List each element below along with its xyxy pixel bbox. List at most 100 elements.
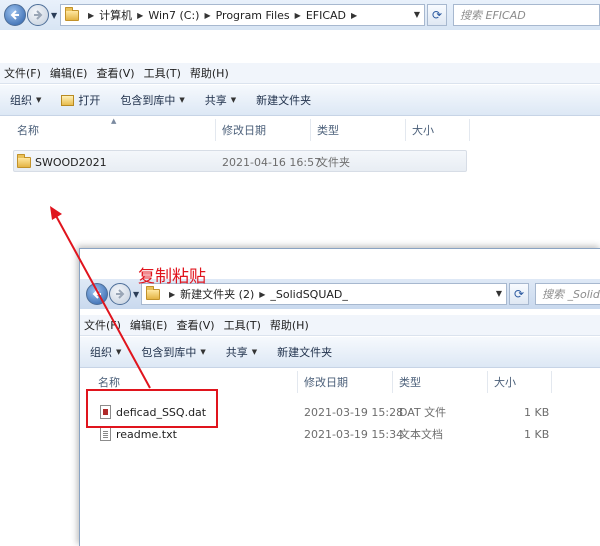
menu-edit[interactable]: 编辑(E) bbox=[50, 65, 88, 81]
item-type: DAT 文件 bbox=[399, 406, 447, 419]
column-name-label: 名称 bbox=[17, 124, 39, 137]
chevron-right-icon[interactable]: ▶ bbox=[204, 11, 210, 20]
refresh-button[interactable]: ⟳ bbox=[427, 4, 447, 26]
breadcrumb-program-files[interactable]: Program Files bbox=[216, 9, 290, 22]
share-label: 共享 bbox=[204, 94, 227, 107]
column-name[interactable]: 名称 bbox=[11, 119, 216, 141]
folder-icon bbox=[146, 285, 160, 300]
arrow-right-icon bbox=[116, 289, 125, 299]
back-button[interactable] bbox=[86, 283, 108, 305]
annotation-label: 复制粘贴 bbox=[138, 267, 206, 287]
address-bar-area: ▼ ▶ 计算机 ▶ Win7 (C:) ▶ Program Files ▶ EF… bbox=[0, 0, 600, 30]
share-button[interactable]: 共享 ▼ bbox=[226, 344, 257, 360]
caret-down-icon: ▼ bbox=[230, 96, 237, 104]
item-name: SWOOD2021 bbox=[35, 155, 107, 169]
item-date: 2021-03-19 15:28 bbox=[304, 405, 404, 419]
chevron-right-icon[interactable]: ▶ bbox=[88, 11, 94, 20]
column-type[interactable]: 类型 bbox=[311, 119, 406, 141]
arrow-left-icon bbox=[92, 289, 101, 299]
organize-button[interactable]: 组织 ▼ bbox=[90, 344, 121, 360]
search-placeholder: 搜索 _SolidSQUAD_ bbox=[542, 288, 600, 301]
chevron-right-icon[interactable]: ▶ bbox=[169, 290, 175, 299]
column-date[interactable]: 修改日期 bbox=[298, 371, 393, 393]
recent-pages-dropdown[interactable]: ▼ bbox=[51, 11, 59, 20]
name-cell: SWOOD2021 bbox=[17, 151, 107, 173]
menu-edit[interactable]: 编辑(E) bbox=[130, 317, 168, 333]
chevron-right-icon[interactable]: ▶ bbox=[137, 11, 143, 20]
include-library-label: 包含到库中 bbox=[120, 94, 176, 107]
command-bar: 组织 ▼ 打开 包含到库中 ▼ 共享 ▼ 新建文件夹 bbox=[0, 85, 600, 116]
column-size-label: 大小 bbox=[412, 124, 434, 137]
open-folder-icon bbox=[61, 94, 75, 106]
menu-help[interactable]: 帮助(H) bbox=[270, 317, 309, 333]
item-name: readme.txt bbox=[116, 427, 177, 441]
search-input[interactable]: 搜索 _SolidSQUAD_ bbox=[535, 283, 600, 305]
new-folder-button[interactable]: 新建文件夹 bbox=[277, 344, 332, 360]
caret-down-icon: ▼ bbox=[200, 348, 206, 356]
folder-icon bbox=[65, 6, 79, 21]
breadcrumb-drive[interactable]: Win7 (C:) bbox=[148, 9, 199, 22]
refresh-icon: ⟳ bbox=[513, 287, 525, 301]
organize-label: 组织 bbox=[90, 346, 112, 359]
column-type[interactable]: 类型 bbox=[393, 371, 488, 393]
menu-tools[interactable]: 工具(T) bbox=[144, 65, 181, 81]
arrow-left-icon bbox=[10, 10, 19, 20]
column-name-label: 名称 bbox=[98, 376, 120, 389]
chevron-right-icon[interactable]: ▶ bbox=[295, 11, 301, 20]
new-folder-label: 新建文件夹 bbox=[277, 346, 333, 359]
item-type: 文件夹 bbox=[317, 156, 350, 169]
breadcrumb-eficad[interactable]: EFICAD bbox=[306, 9, 346, 22]
highlight-box bbox=[86, 389, 218, 428]
path-dropdown-icon[interactable]: ▼ bbox=[496, 289, 502, 298]
path-box[interactable]: ▶ 计算机 ▶ Win7 (C:) ▶ Program Files ▶ EFIC… bbox=[60, 4, 425, 26]
caret-down-icon: ▼ bbox=[179, 96, 185, 104]
caret-down-icon: ▼ bbox=[116, 348, 122, 356]
command-bar: 组织 ▼ 包含到库中 ▼ 共享 ▼ 新建文件夹 bbox=[80, 337, 600, 368]
refresh-icon: ⟳ bbox=[431, 8, 443, 22]
menu-view[interactable]: 查看(V) bbox=[176, 317, 214, 333]
folder-icon bbox=[17, 153, 31, 168]
menu-bar: 文件(F) 编辑(E) 查看(V) 工具(T) 帮助(H) bbox=[0, 63, 600, 84]
open-button[interactable]: 打开 bbox=[61, 92, 100, 108]
recent-pages-dropdown[interactable]: ▼ bbox=[133, 290, 141, 299]
menu-file[interactable]: 文件(F) bbox=[4, 65, 41, 81]
menu-help[interactable]: 帮助(H) bbox=[190, 65, 229, 81]
breadcrumb-computer[interactable]: 计算机 bbox=[99, 7, 132, 23]
path-dropdown-icon[interactable]: ▼ bbox=[414, 10, 420, 19]
menu-tools[interactable]: 工具(T) bbox=[224, 317, 261, 333]
column-size-label: 大小 bbox=[494, 376, 516, 389]
column-date-label: 修改日期 bbox=[304, 376, 348, 389]
chevron-right-icon[interactable]: ▶ bbox=[259, 290, 265, 299]
menu-view[interactable]: 查看(V) bbox=[96, 65, 134, 81]
column-type-label: 类型 bbox=[317, 124, 339, 137]
breadcrumb-solidsquad[interactable]: _SolidSQUAD_ bbox=[270, 288, 348, 301]
organize-button[interactable]: 组织 ▼ bbox=[10, 92, 41, 108]
organize-label: 组织 bbox=[10, 94, 32, 107]
arrow-right-icon bbox=[34, 10, 43, 20]
new-folder-button[interactable]: 新建文件夹 bbox=[256, 92, 311, 108]
column-date[interactable]: 修改日期 bbox=[216, 119, 311, 141]
list-item-swood2021[interactable]: SWOOD2021 2021-04-16 16:57 文件夹 bbox=[13, 150, 467, 172]
item-size: 1 KB bbox=[524, 427, 550, 441]
item-size: 1 KB bbox=[524, 405, 550, 419]
forward-button[interactable] bbox=[109, 283, 131, 305]
search-input[interactable]: 搜索 EFICAD bbox=[453, 4, 600, 26]
include-in-library-button[interactable]: 包含到库中 ▼ bbox=[141, 344, 205, 360]
open-label: 打开 bbox=[78, 94, 101, 107]
column-size[interactable]: 大小 bbox=[488, 371, 552, 393]
share-label: 共享 bbox=[225, 346, 248, 359]
share-button[interactable]: 共享 ▼ bbox=[205, 92, 236, 108]
back-button[interactable] bbox=[4, 4, 26, 26]
item-date: 2021-03-19 15:34 bbox=[304, 427, 404, 441]
breadcrumb-new-folder-2[interactable]: 新建文件夹 (2) bbox=[180, 286, 254, 302]
column-date-label: 修改日期 bbox=[222, 124, 266, 137]
forward-button[interactable] bbox=[27, 4, 49, 26]
include-in-library-button[interactable]: 包含到库中 ▼ bbox=[120, 92, 184, 108]
column-size[interactable]: 大小 bbox=[406, 119, 470, 141]
caret-down-icon: ▼ bbox=[36, 96, 42, 104]
refresh-button[interactable]: ⟳ bbox=[509, 283, 529, 305]
text-file-icon bbox=[100, 427, 111, 441]
menu-file[interactable]: 文件(F) bbox=[84, 317, 121, 333]
column-headers: ▲ 名称 修改日期 类型 大小 bbox=[0, 117, 600, 141]
chevron-right-icon[interactable]: ▶ bbox=[351, 11, 357, 20]
